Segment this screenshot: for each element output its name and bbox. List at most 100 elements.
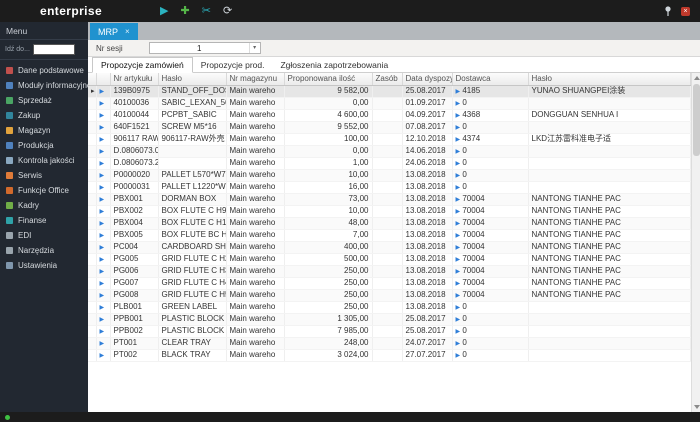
table-row[interactable]: ▶ PLB001 GREEN LABEL Main wareho 250,00 13.08… bbox=[88, 301, 691, 314]
run-icon[interactable]: ▶ bbox=[160, 5, 168, 17]
table-row[interactable]: ▶ D.0806073.222.03 Main wareho1,00 24.06.20… bbox=[88, 157, 691, 170]
table-row[interactable]: ▶ PBX002BOX FLUTE C H90*L372*WMain wareho… bbox=[88, 205, 691, 218]
column-header-3[interactable]: Hasło bbox=[158, 73, 227, 86]
sidebar-item-finanse[interactable]: Finanse bbox=[0, 213, 88, 228]
expand-icon[interactable]: ▶ bbox=[100, 293, 105, 299]
expand-icon[interactable]: ▶ bbox=[100, 353, 105, 359]
column-header-7[interactable]: Data dyspozycji bbox=[402, 73, 453, 86]
expand-icon[interactable]: ▶ bbox=[100, 185, 105, 191]
table-row[interactable]: ▶ P0000020PALLET L570*W790*H114Main wareh… bbox=[88, 169, 691, 182]
expand-icon[interactable]: ▶ bbox=[100, 269, 105, 275]
column-header-5[interactable]: Proponowana ilość bbox=[284, 73, 373, 86]
expand-icon[interactable]: ▶ bbox=[100, 341, 105, 347]
table-row[interactable]: ▶ PG005GRID FLUTE C H290*L780Main wareho5… bbox=[88, 253, 691, 266]
sidebar-item-narzedzia[interactable]: Narzędzia bbox=[0, 243, 88, 258]
pin-icon[interactable] bbox=[664, 5, 672, 17]
session-select[interactable]: 1 ▾ bbox=[148, 42, 261, 54]
add-icon[interactable]: ✚ bbox=[181, 5, 190, 17]
expand-icon[interactable]: ▶ bbox=[100, 173, 105, 179]
supplier-link-icon[interactable]: ▶ bbox=[456, 149, 461, 155]
table-row[interactable]: ▶ PG007GRID FLUTE C H490*L780Main wareho2… bbox=[88, 277, 691, 290]
expand-icon[interactable]: ▶ bbox=[100, 101, 105, 107]
expand-icon[interactable]: ▶ bbox=[100, 149, 105, 155]
supplier-link-icon[interactable]: ▶ bbox=[456, 113, 461, 119]
expand-icon[interactable]: ▶ bbox=[100, 137, 105, 143]
tab-close-icon[interactable]: × bbox=[125, 27, 130, 36]
expand-icon[interactable]: ▶ bbox=[100, 233, 105, 239]
supplier-link-icon[interactable]: ▶ bbox=[456, 221, 461, 227]
sidebar-item-serwis[interactable]: Serwis bbox=[0, 168, 88, 183]
expand-icon[interactable]: ▶ bbox=[100, 209, 105, 215]
column-header-8[interactable]: Dostawca bbox=[452, 73, 529, 86]
sidebar-item-ustawienia[interactable]: Ustawienia bbox=[0, 258, 88, 273]
table-row[interactable]: ▸ ▶ 139B0975STAND_OFF_DOSAGEMain wareho9 5… bbox=[88, 85, 691, 98]
column-header-6[interactable]: Zasób bbox=[372, 73, 403, 86]
expand-icon[interactable]: ▶ bbox=[100, 329, 105, 335]
table-row[interactable]: ▶ 40100044 PCPBT_SABIC Main wareho 4 600,00 0… bbox=[88, 109, 691, 122]
table-row[interactable]: ▶ D.0806073.064.09 Main wareho0,00 14.06.20… bbox=[88, 145, 691, 158]
table-row[interactable]: ▶ PG008GRID FLUTE C H590*L500Main wareho2… bbox=[88, 289, 691, 302]
sidebar-item-funkcje-office[interactable]: Funkcje Office bbox=[0, 183, 88, 198]
cut-icon[interactable]: ✂ bbox=[202, 5, 211, 17]
vertical-scrollbar[interactable] bbox=[690, 73, 700, 412]
sidebar-item-kadry[interactable]: Kadry bbox=[0, 198, 88, 213]
subtab-1[interactable]: Propozycje zamówień bbox=[92, 57, 193, 73]
supplier-link-icon[interactable]: ▶ bbox=[456, 269, 461, 275]
refresh-icon[interactable]: ⟳ bbox=[223, 5, 232, 17]
supplier-link-icon[interactable]: ▶ bbox=[456, 125, 461, 131]
table-row[interactable]: ▶ 906117 RAW 906117-RAW外壳 Main wareho 100,00… bbox=[88, 133, 691, 146]
sidebar-item-sprzedaz[interactable]: Sprzedaż bbox=[0, 93, 88, 108]
sidebar-item-zakup[interactable]: Zakup bbox=[0, 108, 88, 123]
table-row[interactable]: ▶ PG006GRID FLUTE C H390*L780Main wareho2… bbox=[88, 265, 691, 278]
supplier-link-icon[interactable]: ▶ bbox=[456, 173, 461, 179]
tab-mrp[interactable]: MRP × bbox=[90, 23, 138, 40]
supplier-link-icon[interactable]: ▶ bbox=[456, 305, 461, 311]
table-row[interactable]: ▶ 40100036SABIC_LEXAN_500R GY6E4Main ware… bbox=[88, 97, 691, 110]
column-header-1[interactable] bbox=[96, 73, 111, 86]
supplier-link-icon[interactable]: ▶ bbox=[456, 161, 461, 167]
supplier-link-icon[interactable]: ▶ bbox=[456, 89, 461, 95]
supplier-link-icon[interactable]: ▶ bbox=[456, 329, 461, 335]
supplier-link-icon[interactable]: ▶ bbox=[456, 317, 461, 323]
sidebar-item-edi[interactable]: EDI bbox=[0, 228, 88, 243]
table-row[interactable]: ▶ PT002 BLACK TRAY Main wareho 3 024,00 27.07… bbox=[88, 349, 691, 362]
supplier-link-icon[interactable]: ▶ bbox=[456, 101, 461, 107]
supplier-link-icon[interactable]: ▶ bbox=[456, 197, 461, 203]
table-row[interactable]: ▶ PT001 CLEAR TRAY Main wareho 248,00 24.07.2… bbox=[88, 337, 691, 350]
column-header-0[interactable] bbox=[88, 73, 97, 86]
column-header-9[interactable]: Hasło bbox=[528, 73, 691, 86]
supplier-link-icon[interactable]: ▶ bbox=[456, 257, 461, 263]
subtab-2[interactable]: Propozycje prod. bbox=[193, 58, 273, 72]
table-row[interactable]: ▶ P0000031PALLET L1220*W1070*H154Main war… bbox=[88, 181, 691, 194]
sidebar-item-dane-podstawowe[interactable]: Dane podstawowe bbox=[0, 63, 88, 78]
sidebar-item-kontrola-jakosci[interactable]: Kontrola jakości bbox=[0, 153, 88, 168]
scroll-up-icon[interactable] bbox=[692, 73, 700, 83]
table-row[interactable]: ▶ PBX001 DORMAN BOX Main wareho 73,00 13.08.2… bbox=[88, 193, 691, 206]
supplier-link-icon[interactable]: ▶ bbox=[456, 137, 461, 143]
expand-icon[interactable]: ▶ bbox=[100, 197, 105, 203]
table-row[interactable]: ▶ PPB002 PLASTIC BLOCK 2 Main wareho 7 985,0… bbox=[88, 325, 691, 338]
expand-icon[interactable]: ▶ bbox=[100, 305, 105, 311]
table-row[interactable]: ▶ PBX005BOX FLUTE BC H620*L500*Main wareh… bbox=[88, 229, 691, 242]
expand-icon[interactable]: ▶ bbox=[100, 89, 105, 95]
supplier-link-icon[interactable]: ▶ bbox=[456, 185, 461, 191]
scroll-down-icon[interactable] bbox=[692, 402, 700, 412]
sidebar-item-moduly-informacyjne[interactable]: Moduły informacyjne bbox=[0, 78, 88, 93]
supplier-link-icon[interactable]: ▶ bbox=[456, 353, 461, 359]
supplier-link-icon[interactable]: ▶ bbox=[456, 245, 461, 251]
table-row[interactable]: ▶ PBX004BOX FLUTE C H190*L372*WMain wareh… bbox=[88, 217, 691, 230]
table-row[interactable]: ▶ PC004CARDBOARD SHEET FLUTEMain wareho40… bbox=[88, 241, 691, 254]
expand-icon[interactable]: ▶ bbox=[100, 317, 105, 323]
supplier-link-icon[interactable]: ▶ bbox=[456, 209, 461, 215]
supplier-link-icon[interactable]: ▶ bbox=[456, 341, 461, 347]
close-icon[interactable]: × bbox=[681, 6, 690, 16]
supplier-link-icon[interactable]: ▶ bbox=[456, 293, 461, 299]
expand-icon[interactable]: ▶ bbox=[100, 245, 105, 251]
supplier-link-icon[interactable]: ▶ bbox=[456, 281, 461, 287]
expand-icon[interactable]: ▶ bbox=[100, 125, 105, 131]
expand-icon[interactable]: ▶ bbox=[100, 257, 105, 263]
sidebar-item-magazyn[interactable]: Magazyn bbox=[0, 123, 88, 138]
supplier-link-icon[interactable]: ▶ bbox=[456, 233, 461, 239]
column-header-4[interactable]: Nr magazynu bbox=[226, 73, 285, 86]
subtab-3[interactable]: Zgłoszenia zapotrzebowania bbox=[272, 58, 396, 72]
